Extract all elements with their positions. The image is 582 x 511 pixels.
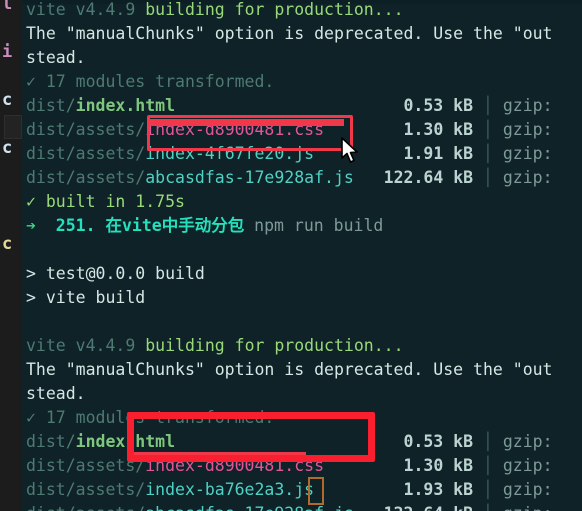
terminal-text-segment: 0.53 kB bbox=[403, 96, 474, 115]
terminal-line: ➔ 251. 在vite中手动分包 npm run build bbox=[26, 214, 383, 238]
css-underline-highlight-top bbox=[148, 119, 344, 126]
terminal-text-segment: dist/assets/ bbox=[26, 120, 146, 139]
terminal-text-segment: │ bbox=[473, 120, 503, 139]
terminal-text-segment: 1.91 kB bbox=[403, 144, 474, 163]
terminal-text-segment: gzip: bbox=[502, 480, 553, 499]
terminal-text-segment: stead. bbox=[26, 48, 86, 67]
terminal-line: dist/index.html 0.53 kB │ gzip: bbox=[26, 94, 553, 118]
terminal-line: The "manualChunks" option is deprecated.… bbox=[26, 22, 553, 46]
terminal-text-segment: gzip: bbox=[502, 120, 553, 139]
terminal-text-segment: ➔ bbox=[26, 216, 46, 235]
terminal-text-segment: gzip: bbox=[503, 504, 553, 511]
terminal-text-segment: dist/assets/ bbox=[26, 504, 145, 511]
terminal-line: > test@0.0.0 build bbox=[26, 262, 205, 286]
terminal-text-segment: 0.53 kB bbox=[403, 432, 474, 451]
terminal-text-segment: building for production... bbox=[145, 0, 404, 19]
terminal-text-segment: v4.4.9 bbox=[65, 336, 146, 355]
terminal-line: vite v4.4.9 building for production... bbox=[26, 0, 404, 22]
terminal-text-segment: index-4f67fe20.js bbox=[145, 144, 315, 163]
terminal-text-segment: index.html bbox=[75, 432, 176, 451]
gutter-character: c bbox=[2, 138, 13, 158]
terminal-text-segment: vite bbox=[26, 0, 66, 19]
terminal-text-segment: abcasdfas-17e928af.js bbox=[145, 504, 354, 511]
terminal-text-segment: > vite build bbox=[26, 288, 146, 307]
terminal-text-segment: 1.30 kB bbox=[403, 120, 474, 139]
terminal-text-segment: dist/ bbox=[26, 96, 76, 115]
terminal-text-segment: │ bbox=[473, 144, 503, 163]
terminal-text-segment: gzip: bbox=[502, 168, 553, 187]
terminal-text-segment: ✓ 17 modules transformed. bbox=[26, 408, 275, 427]
terminal-text-segment: │ bbox=[473, 504, 503, 511]
left-gutter-panel: l i c c c bbox=[0, 0, 22, 511]
terminal-text-segment: The "manualChunks" option is deprecated.… bbox=[26, 360, 553, 379]
terminal-text-segment: index-ba76e2a3.js bbox=[145, 480, 315, 499]
terminal-line: > vite build bbox=[26, 286, 145, 310]
terminal-line: dist/index.html 0.53 kB │ gzip: bbox=[26, 430, 553, 454]
terminal-line: stead. bbox=[26, 382, 86, 406]
terminal-text-segment: gzip: bbox=[502, 96, 553, 115]
terminal-line: ✓ 17 modules transformed. bbox=[26, 406, 274, 430]
terminal-text-segment: │ bbox=[473, 168, 503, 187]
terminal-line: dist/assets/abcasdfas-17e928af.js 122.64… bbox=[26, 502, 553, 511]
terminal-text-segment: dist/assets/ bbox=[26, 168, 146, 187]
terminal-text-segment: │ bbox=[473, 456, 503, 475]
gutter-character: c bbox=[2, 234, 13, 254]
terminal-text-segment: The "manualChunks" option is deprecated.… bbox=[26, 24, 553, 43]
terminal-text-segment: gzip: bbox=[502, 456, 553, 475]
terminal-text-segment: dist/ bbox=[26, 432, 76, 451]
terminal-line: dist/assets/index-4f67fe20.js 1.91 kB │ … bbox=[26, 142, 553, 166]
css-underline-highlight-bottom bbox=[128, 452, 306, 459]
terminal-text-segment: 在vite中手动分包 bbox=[105, 216, 245, 235]
gutter-character: i bbox=[2, 42, 13, 62]
terminal-text-segment: gzip: bbox=[502, 432, 553, 451]
terminal-text-segment: │ bbox=[473, 480, 503, 499]
terminal-text-segment: 1.93 kB bbox=[403, 480, 474, 499]
terminal-text-segment: 1.30 kB bbox=[403, 456, 474, 475]
terminal-line: vite v4.4.9 building for production... bbox=[26, 334, 404, 358]
mouse-pointer-icon bbox=[341, 137, 358, 163]
terminal-text-segment: building for production... bbox=[145, 336, 404, 355]
terminal-text-segment: │ bbox=[473, 96, 503, 115]
terminal-text-segment: vite bbox=[26, 336, 66, 355]
terminal-text-segment: ✓ built in 1.75s bbox=[26, 192, 185, 211]
gutter-character: l bbox=[2, 0, 13, 14]
terminal-text-segment: index.html bbox=[75, 96, 176, 115]
terminal-text-segment: abcasdfas-17e928af.js bbox=[145, 168, 354, 187]
terminal-text-segment: dist/assets/ bbox=[26, 480, 146, 499]
terminal-text-segment: ✓ 17 modules transformed. bbox=[26, 72, 275, 91]
block-cursor bbox=[308, 477, 324, 505]
terminal-text-segment: │ bbox=[473, 432, 503, 451]
terminal-text-segment: npm run build bbox=[244, 216, 384, 235]
terminal-output-pane[interactable]: vite v4.4.9 building for production... Th… bbox=[22, 0, 582, 511]
gutter-box-marker bbox=[4, 115, 22, 139]
terminal-text-segment: gzip: bbox=[502, 144, 553, 163]
terminal-line: The "manualChunks" option is deprecated.… bbox=[26, 358, 553, 382]
terminal-text-segment: dist/assets/ bbox=[26, 144, 146, 163]
terminal-screenshot: l i c c c vite v4.4.9 building for productio… bbox=[0, 0, 582, 511]
terminal-text-segment: 122.64 kB bbox=[383, 168, 474, 187]
terminal-text-segment: 251. bbox=[45, 216, 106, 235]
terminal-line: ✓ built in 1.75s bbox=[26, 190, 185, 214]
terminal-text-segment: v4.4.9 bbox=[65, 0, 146, 19]
terminal-line: dist/assets/index-ba76e2a3.js 1.93 kB │ … bbox=[26, 478, 553, 502]
terminal-text-segment: 122.64 kB bbox=[384, 504, 473, 511]
terminal-line: stead. bbox=[26, 46, 86, 70]
terminal-text-segment: stead. bbox=[26, 384, 86, 403]
terminal-line: dist/assets/abcasdfas-17e928af.js 122.64… bbox=[26, 166, 553, 190]
terminal-text-segment: > test@0.0.0 build bbox=[26, 264, 205, 283]
gutter-character: c bbox=[2, 90, 13, 110]
terminal-line: ✓ 17 modules transformed. bbox=[26, 70, 274, 94]
